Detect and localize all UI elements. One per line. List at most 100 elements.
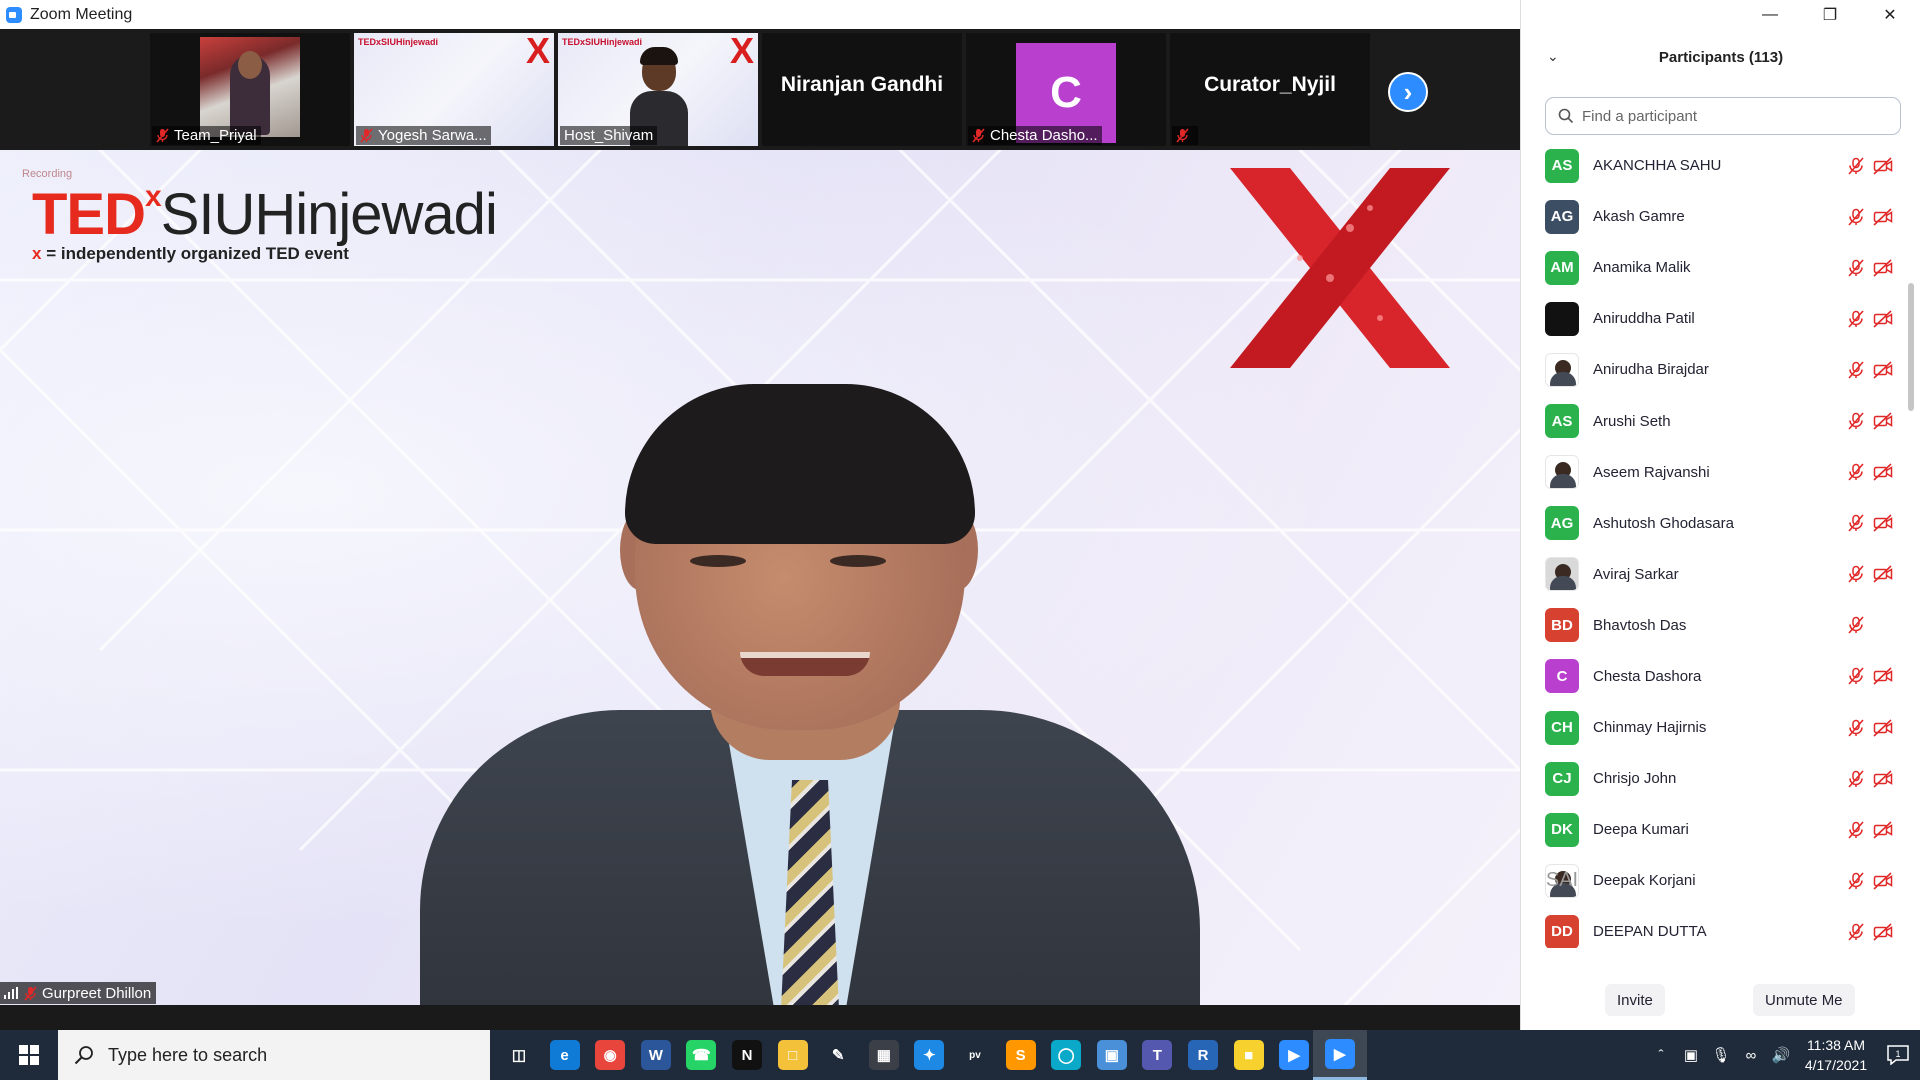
avatar-initials: AM	[1550, 259, 1574, 277]
muted-mic-icon	[1848, 310, 1864, 328]
avatar-initials: BD	[1551, 616, 1573, 634]
chevron-right-icon[interactable]: ›	[1388, 72, 1428, 112]
video-tile[interactable]: Niranjan Gandhi	[762, 33, 962, 146]
participant-name: Aniruddha Patil	[1593, 310, 1695, 328]
participant-row[interactable]: AG Ashutosh Ghodasara	[1521, 498, 1901, 549]
notification-count: 1	[1895, 1049, 1900, 1059]
teams-icon-glyph: T	[1142, 1040, 1173, 1070]
participant-row[interactable]: CJ Chrisjo John	[1521, 753, 1901, 804]
participant-status-icons	[1847, 616, 1893, 634]
video-tile[interactable]: TEDxSIUHinjewadi X Host_Shivam	[558, 33, 758, 146]
chevron-down-icon[interactable]: ⌄	[1547, 48, 1559, 65]
video-off-icon	[1873, 310, 1893, 328]
participant-row[interactable]: Anirudha Birajdar	[1521, 344, 1901, 395]
muted-mic-icon	[1848, 463, 1864, 481]
muted-mic-icon	[1848, 821, 1864, 839]
word-icon-glyph: W	[640, 1040, 671, 1070]
tedx-logo: TEDxSIUHinjewadi x = independently organ…	[32, 180, 498, 263]
participant-row[interactable]: SAI Deepak Korjani	[1521, 855, 1901, 906]
ted-x-mark: X	[729, 33, 754, 71]
participant-name: Yogesh Sarwa...	[378, 127, 487, 144]
active-speaker-video[interactable]: Recording TEDxSIUHinjewadi x = independe…	[0, 150, 1520, 1005]
restore-icon[interactable]: ❐	[1800, 0, 1860, 29]
taskbar-clock[interactable]: 11:38 AM 4/17/2021	[1796, 1035, 1876, 1075]
video-off-icon	[1873, 412, 1893, 430]
participant-name: Aseem Rajvanshi	[1593, 463, 1710, 481]
prime-video-icon-glyph: pv	[960, 1040, 990, 1070]
participant-search[interactable]	[1545, 97, 1901, 135]
participant-row[interactable]: AS Arushi Seth	[1521, 395, 1901, 446]
participant-row[interactable]: DD DEEPAN DUTTA	[1521, 906, 1901, 948]
task-view-icon-glyph: ◫	[504, 1040, 534, 1070]
window-controls: — ❐ ✕	[1740, 0, 1920, 29]
participant-row[interactable]: AG Akash Gamre	[1521, 191, 1901, 242]
instagram-icon-glyph: ◯	[1051, 1040, 1082, 1070]
taskbar-search-input[interactable]	[108, 1044, 468, 1066]
unmute-me-button[interactable]: Unmute Me	[1753, 984, 1855, 1016]
participant-row[interactable]: Aviraj Sarkar	[1521, 549, 1901, 600]
muted-mic-icon	[1176, 128, 1189, 143]
sticky-notes-icon-glyph: ■	[1233, 1040, 1264, 1070]
video-off-icon	[1873, 667, 1893, 686]
muted-mic-icon	[1848, 667, 1864, 686]
wifi-icon[interactable]: ∞	[1736, 1030, 1766, 1080]
muted-mic-icon	[1848, 208, 1864, 226]
participant-avatar: SAI	[1545, 863, 1579, 898]
minimize-icon[interactable]: —	[1740, 0, 1800, 29]
camera-tray-icon[interactable]: ▣	[1676, 1030, 1706, 1080]
participant-status-icons	[1847, 718, 1893, 737]
zoom-window: Zoom Meeting Team_Priyal TEDxSIUHinjewad…	[0, 0, 1920, 1080]
participant-row[interactable]: C Chesta Dashora	[1521, 651, 1901, 702]
zoom-icon-glyph: ▶	[1279, 1040, 1310, 1070]
close-icon[interactable]: ✕	[1860, 0, 1920, 29]
participant-display-name: Curator_Nyjil	[1204, 73, 1336, 96]
participant-avatar: CH	[1545, 710, 1579, 745]
windows-start-icon[interactable]	[0, 1030, 58, 1080]
scrollbar-thumb[interactable]	[1908, 283, 1914, 411]
participant-status-icons	[1847, 310, 1893, 328]
video-off-icon	[1873, 923, 1893, 941]
volume-icon[interactable]: 🔊	[1766, 1030, 1796, 1080]
muted-mic-icon	[360, 128, 373, 143]
zoom-meeting-icon[interactable]: ▶	[1312, 1030, 1367, 1080]
muted-mic-icon	[1848, 565, 1864, 583]
video-off-icon	[1873, 770, 1893, 788]
participant-name: AKANCHHA SAHU	[1593, 157, 1722, 175]
participant-avatar: C	[1545, 659, 1579, 694]
muted-mic-icon	[24, 985, 37, 1001]
video-tile[interactable]: Curator_Nyjil	[1170, 33, 1370, 146]
notifications-icon[interactable]: 1	[1876, 1030, 1920, 1080]
tile-banner: TEDxSIUHinjewadi	[562, 37, 643, 47]
video-off-icon	[1873, 718, 1893, 737]
video-off-icon	[1873, 156, 1893, 175]
muted-mic-icon	[1848, 923, 1864, 941]
participant-avatar: DD	[1545, 914, 1579, 948]
participant-status-icons	[1847, 208, 1893, 226]
video-off-icon	[1873, 259, 1893, 277]
participant-avatar: CJ	[1545, 761, 1579, 796]
participant-name: Chrisjo John	[1593, 770, 1677, 788]
chevron-up-icon[interactable]: ˆ	[1646, 1030, 1676, 1080]
participants-title: Participants (113)	[1658, 48, 1784, 66]
participant-row[interactable]: CH Chinmay Hajirnis	[1521, 702, 1901, 753]
participant-row[interactable]: Aniruddha Patil	[1521, 293, 1901, 344]
video-tile[interactable]: Team_Priyal	[150, 33, 350, 146]
video-off-icon	[1873, 514, 1893, 532]
speaker-figure	[420, 384, 1200, 1005]
participant-avatar: AS	[1545, 404, 1579, 439]
video-tile[interactable]: TEDxSIUHinjewadi X Yogesh Sarwa...	[354, 33, 554, 146]
participant-row[interactable]: BD Bhavtosh Das	[1521, 600, 1901, 651]
muted-mic-icon	[1848, 616, 1864, 634]
video-tile[interactable]: C Chesta Dasho...	[966, 33, 1166, 146]
participant-row[interactable]: AM Anamika Malik	[1521, 242, 1901, 293]
search-input[interactable]	[1582, 107, 1882, 125]
participant-name: Bhavtosh Das	[1593, 616, 1687, 634]
participant-row[interactable]: Aseem Rajvanshi	[1521, 447, 1901, 498]
microphone-icon[interactable]: 🎙	[1706, 1030, 1736, 1080]
taskbar-search[interactable]	[58, 1030, 490, 1080]
invite-button[interactable]: Invite	[1605, 984, 1665, 1016]
participant-list[interactable]: AS AKANCHHA SAHU AG Akash Gamre AM Anamika Ma…	[1521, 140, 1901, 948]
participant-name: Arushi Seth	[1593, 412, 1671, 430]
participant-row[interactable]: AS AKANCHHA SAHU	[1521, 140, 1901, 191]
participant-row[interactable]: DK Deepa Kumari	[1521, 804, 1901, 855]
